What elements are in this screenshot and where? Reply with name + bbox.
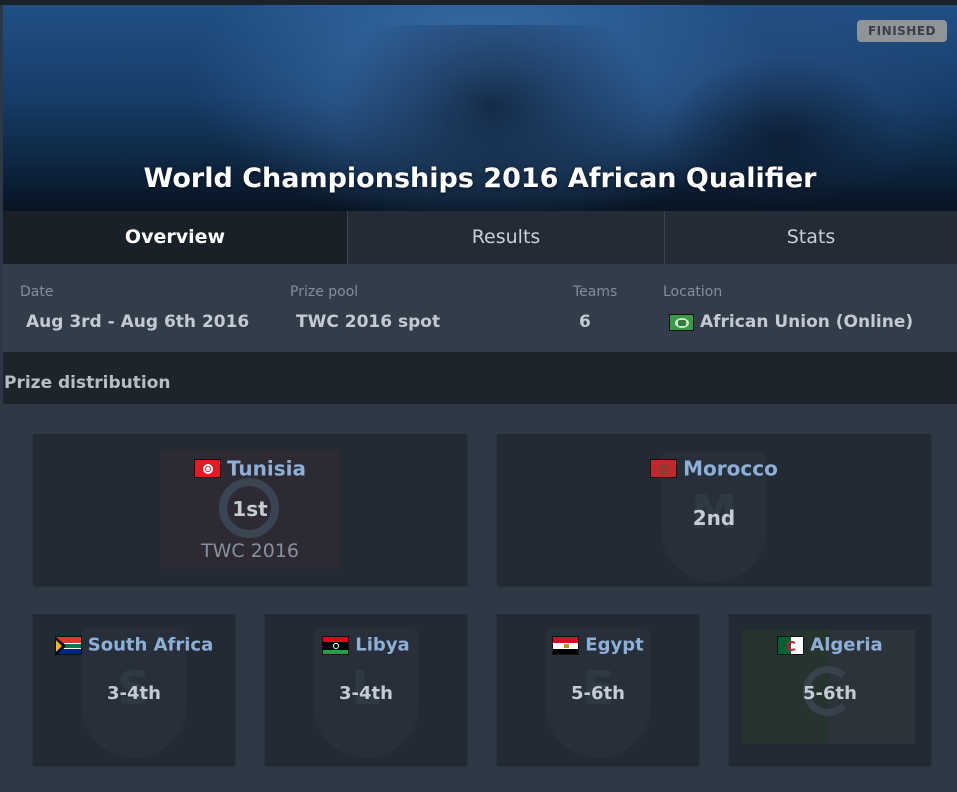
placement-prize: TWC 2016 [200,540,300,562]
placement-rank: 3-4th [339,683,393,704]
team-name[interactable]: Tunisia [227,457,306,481]
algeria-flag-icon [777,635,805,655]
placement-rank: 5-6th [803,683,857,704]
prize-pool-value: TWC 2016 spot [296,312,441,332]
team-row-egypt[interactable]: Egypt [497,634,699,656]
placement-rank: 5-6th [571,683,625,704]
date-label: Date [20,284,54,300]
team-name[interactable]: South Africa [88,635,213,656]
location-label: Location [663,284,723,300]
placement-rank: 3-4th [107,683,161,704]
status-badge: FINISHED [856,20,947,42]
tab-results[interactable]: Results [348,211,665,264]
location-value-wrap: African Union (Online) [669,312,913,332]
event-info-panel: Date Aug 3rd - Aug 6th 2016 Prize pool T… [3,264,957,352]
placement-card-libya[interactable]: L Libya 3-4th [265,614,467,764]
team-row-morocco[interactable]: Morocco [497,455,931,481]
team-name[interactable]: Algeria [810,635,882,656]
placement-card-south-africa[interactable]: S South Africa 3-4th [33,614,235,764]
date-value: Aug 3rd - Aug 6th 2016 [26,312,250,332]
placement-rank: 1st [232,497,268,521]
team-row-south-africa[interactable]: South Africa [33,634,235,656]
tab-overview[interactable]: Overview [3,211,348,264]
african-union-flag-icon [669,313,694,331]
team-row-algeria[interactable]: Algeria [729,634,931,656]
event-tabs: Overview Results Stats [3,211,957,264]
tunisia-flag-icon [193,459,221,478]
team-row-tunisia[interactable]: Tunisia [33,455,467,481]
prize-pool-label: Prize pool [290,284,359,300]
team-row-libya[interactable]: Libya [265,634,467,656]
placement-card-egypt[interactable]: E Egypt 5-6th [497,614,699,764]
team-name[interactable]: Egypt [585,635,643,656]
placement-card-1st[interactable]: Tunisia 1st TWC 2016 [33,434,467,584]
tab-stats[interactable]: Stats [665,211,957,264]
teams-label: Teams [573,284,618,300]
south-africa-flag-icon [54,635,82,655]
teams-value: 6 [579,312,591,332]
team-name[interactable]: Libya [355,635,409,656]
event-header-banner: FINISHED World Championships 2016 Africa… [3,5,957,211]
placement-card-2nd[interactable]: M Morocco 2nd [497,434,931,584]
egypt-flag-icon [552,635,580,655]
placement-card-algeria[interactable]: Algeria 5-6th [729,614,931,764]
morocco-flag-icon [650,459,678,478]
team-name[interactable]: Morocco [683,457,778,481]
prize-distribution-title: Prize distribution [4,373,171,393]
placement-rank: 2nd [692,506,736,530]
libya-flag-icon [322,635,350,655]
location-value: African Union (Online) [700,312,914,332]
event-title: World Championships 2016 African Qualifi… [143,163,817,194]
